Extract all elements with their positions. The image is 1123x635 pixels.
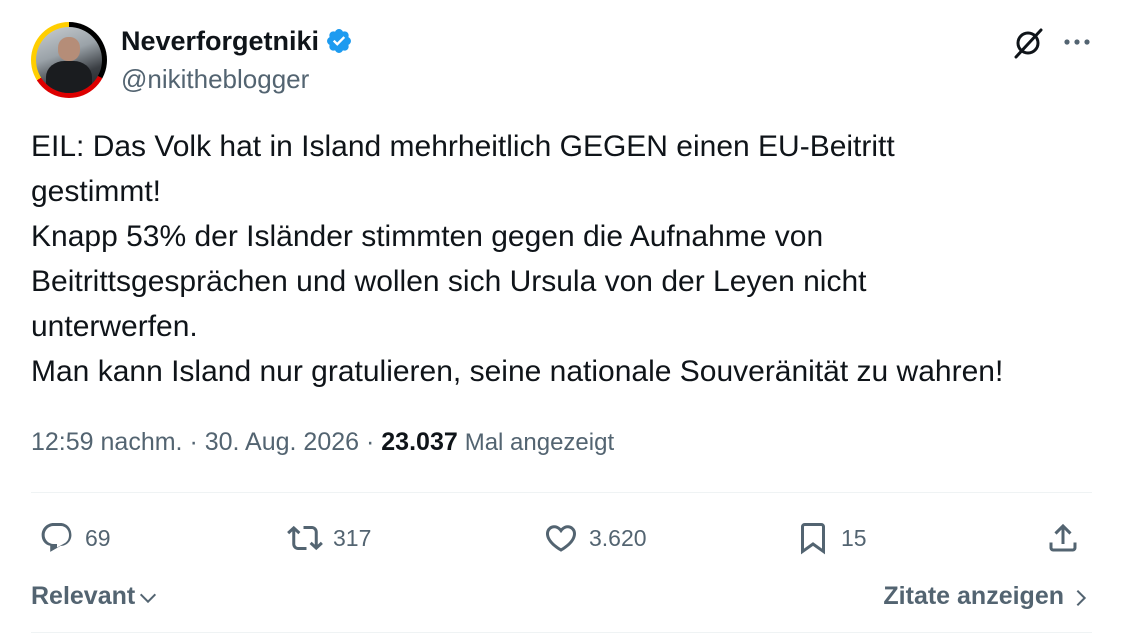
- bookmark-button[interactable]: 15: [795, 512, 867, 564]
- divider: [31, 492, 1092, 493]
- avatar-photo: [36, 27, 102, 93]
- grok-icon[interactable]: [1011, 26, 1045, 60]
- repost-button[interactable]: 317: [287, 512, 371, 564]
- tweet-text-line: Knapp 53% der Isländer stimmten gegen di…: [31, 220, 824, 253]
- share-button[interactable]: [1045, 512, 1081, 564]
- avatar[interactable]: [31, 22, 107, 98]
- tweet-text-line: unterwerfen.: [31, 310, 198, 343]
- views-count[interactable]: 23.037: [381, 428, 457, 456]
- reply-button[interactable]: 69: [39, 512, 111, 564]
- tweet-text-line: EIL: Das Volk hat in Island mehrheitlich…: [31, 130, 895, 163]
- quotes-label: Zitate anzeigen: [883, 582, 1064, 610]
- verified-badge-icon: [327, 29, 352, 53]
- tweet-text-line: Man kann Island nur gratulieren, seine n…: [31, 355, 1004, 388]
- meta-separator: ·: [189, 428, 198, 456]
- sort-label: Relevant: [31, 582, 136, 610]
- sort-dropdown[interactable]: Relevant: [31, 576, 159, 616]
- like-button[interactable]: 3.620: [543, 512, 647, 564]
- tweet-time[interactable]: 12:59 nachm.: [31, 428, 183, 456]
- meta-separator: ·: [366, 428, 375, 456]
- share-icon: [1049, 523, 1077, 552]
- views-label: Mal angezeigt: [464, 429, 615, 456]
- reply-count: 69: [85, 524, 111, 551]
- user-handle[interactable]: @nikitheblogger: [121, 62, 353, 96]
- view-quotes-link[interactable]: Zitate anzeigen: [883, 576, 1092, 616]
- bookmark-count: 15: [841, 524, 867, 551]
- tweet-text-line: Beitrittsgesprächen und wollen sich Ursu…: [31, 265, 867, 298]
- tweet-footer: Relevant Zitate anzeigen: [31, 576, 1092, 616]
- tweet-header: Neverforgetniki @nikitheblogger: [31, 22, 1093, 100]
- chevron-down-icon: [140, 593, 157, 604]
- display-name[interactable]: Neverforgetniki: [121, 24, 319, 58]
- tweet-text: EIL: Das Volk hat in Island mehrheitlich…: [31, 124, 1101, 394]
- bookmark-icon: [801, 523, 825, 555]
- divider: [31, 632, 1092, 633]
- tweet: Neverforgetniki @nikitheblogger EIL: Das…: [0, 0, 1123, 635]
- chevron-right-icon: [1076, 589, 1087, 607]
- more-icon[interactable]: [1061, 26, 1093, 58]
- tweet-date[interactable]: 30. Aug. 2026: [205, 428, 359, 456]
- heart-icon: [545, 525, 577, 552]
- repost-count: 317: [333, 524, 372, 551]
- like-count: 3.620: [589, 524, 647, 551]
- action-bar: 69 317 3.620 15: [31, 512, 1093, 564]
- repost-icon: [287, 525, 323, 551]
- author-info: Neverforgetniki @nikitheblogger: [121, 24, 353, 96]
- reply-icon: [41, 523, 72, 552]
- tweet-text-line: gestimmt!: [31, 175, 162, 208]
- tweet-meta: 12:59 nachm. · 30. Aug. 2026 · 23.037 Ma…: [31, 424, 614, 461]
